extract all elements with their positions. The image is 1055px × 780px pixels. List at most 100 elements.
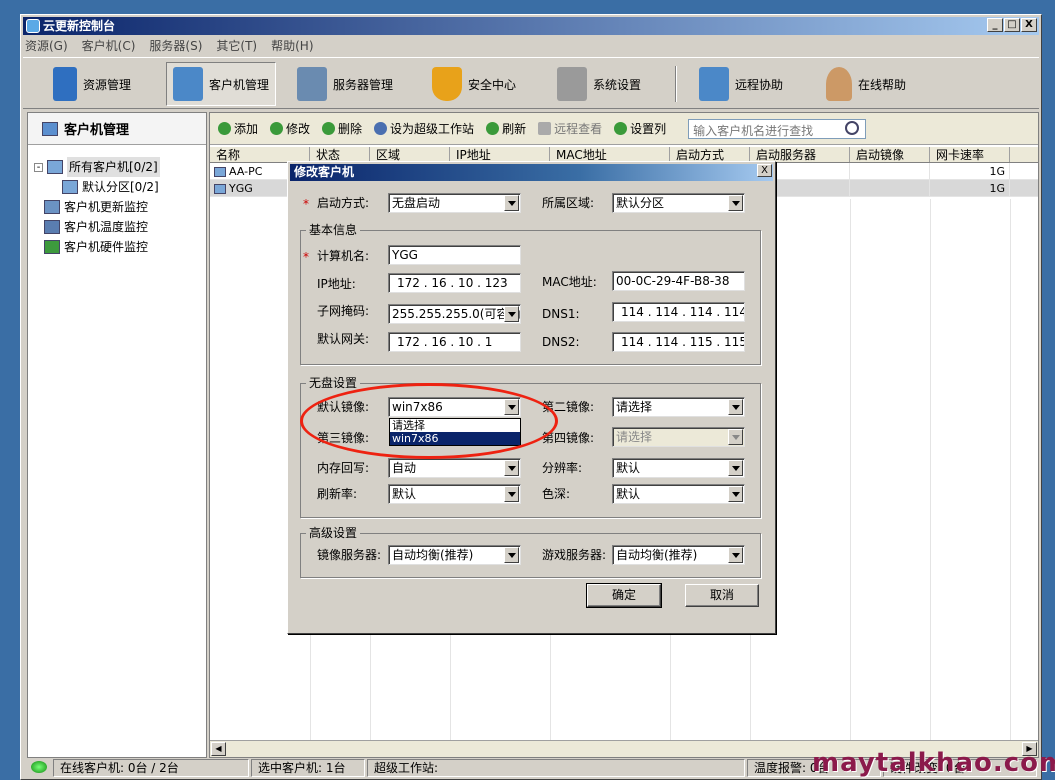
col-boot[interactable]: 启动方式 bbox=[670, 147, 750, 162]
cancel-button[interactable]: 取消 bbox=[685, 584, 759, 607]
ip-field[interactable]: 172 . 16 . 10 . 123 bbox=[388, 273, 521, 293]
main-toolbar: 资源管理 客户机管理 服务器管理 安全中心 系统设置 远程协助 在线帮助 bbox=[23, 57, 1039, 109]
fourth-image-select[interactable]: 请选择 bbox=[612, 427, 745, 447]
refresh-button[interactable]: 刷新 bbox=[486, 120, 526, 137]
col-boot-server[interactable]: 启动服务器 bbox=[750, 147, 850, 162]
game-server-label: 游戏服务器: bbox=[542, 548, 607, 562]
chevron-down-icon[interactable] bbox=[728, 460, 743, 476]
gateway-field[interactable]: 172 . 16 . 10 . 1 bbox=[388, 332, 521, 352]
close-button[interactable]: X bbox=[1021, 18, 1037, 32]
remote-view-button[interactable]: 远程查看 bbox=[538, 120, 602, 137]
set-columns-button[interactable]: 设置列 bbox=[614, 120, 666, 137]
col-area[interactable]: 区域 bbox=[370, 147, 450, 162]
dialog-close-button[interactable]: X bbox=[757, 164, 772, 177]
maximize-button[interactable]: □ bbox=[1004, 18, 1020, 32]
col-mac[interactable]: MAC地址 bbox=[550, 147, 670, 162]
delete-button[interactable]: 删除 bbox=[322, 120, 362, 137]
window-title: 云更新控制台 bbox=[43, 19, 116, 33]
tree-item-all-clients[interactable]: - 所有客户机[0/2] bbox=[34, 157, 160, 177]
image-server-select[interactable]: 自动均衡(推荐) bbox=[388, 545, 521, 565]
chevron-down-icon[interactable] bbox=[728, 429, 743, 445]
add-button[interactable]: 添加 bbox=[218, 120, 258, 137]
tree-item-default-partition[interactable]: 默认分区[0/2] bbox=[34, 177, 160, 197]
menu-server[interactable]: 服务器(S) bbox=[149, 37, 202, 55]
collapse-icon[interactable]: - bbox=[34, 162, 43, 172]
online-status-icon bbox=[31, 761, 47, 773]
chevron-down-icon[interactable] bbox=[504, 486, 519, 502]
menu-client[interactable]: 客户机(C) bbox=[82, 37, 136, 55]
dialog-title[interactable]: 修改客户机 bbox=[290, 164, 773, 181]
toolbar-security-button[interactable]: 安全中心 bbox=[426, 62, 522, 106]
default-image-label: 默认镜像: bbox=[317, 400, 370, 414]
update-monitor-icon bbox=[44, 200, 60, 214]
ok-button[interactable]: 确定 bbox=[586, 583, 662, 608]
toolbar-server-button[interactable]: 服务器管理 bbox=[291, 62, 399, 106]
chevron-down-icon[interactable] bbox=[504, 399, 519, 415]
computer-name-field[interactable]: YGG bbox=[388, 245, 521, 265]
diskless-label: 无盘设置 bbox=[306, 376, 361, 390]
tree-item-temp-monitor[interactable]: 客户机温度监控 bbox=[34, 217, 160, 237]
chevron-down-icon[interactable] bbox=[728, 195, 743, 211]
dropdown-option-selected[interactable]: win7x86 bbox=[390, 432, 520, 445]
menu-other[interactable]: 其它(T) bbox=[216, 37, 257, 55]
toolbar-client-button[interactable]: 客户机管理 bbox=[166, 62, 277, 106]
default-image-select[interactable]: win7x86 bbox=[388, 397, 521, 417]
edit-button[interactable]: 修改 bbox=[270, 120, 310, 137]
area-select[interactable]: 默认分区 bbox=[612, 193, 745, 213]
check-icon bbox=[270, 122, 284, 135]
subnet-mask-label: 子网掩码: bbox=[317, 304, 370, 318]
cloud-app-icon bbox=[26, 19, 40, 33]
menu-help[interactable]: 帮助(H) bbox=[271, 37, 313, 55]
memory-writeback-select[interactable]: 自动 bbox=[388, 458, 521, 478]
col-name[interactable]: 名称 bbox=[210, 147, 310, 162]
menu-resources[interactable]: 资源(G) bbox=[25, 37, 68, 55]
chevron-down-icon[interactable] bbox=[728, 399, 743, 415]
toolbar-resource-button[interactable]: 资源管理 bbox=[47, 62, 137, 106]
resolution-select[interactable]: 默认 bbox=[612, 458, 745, 478]
toolbar-remote-button[interactable]: 远程协助 bbox=[693, 62, 789, 106]
computer-group-icon bbox=[47, 160, 63, 174]
color-depth-select[interactable]: 默认 bbox=[612, 484, 745, 504]
second-image-select[interactable]: 请选择 bbox=[612, 397, 745, 417]
client-tree: - 所有客户机[0/2] 默认分区[0/2] 客户机更新监控 客户机温度监控 客户… bbox=[34, 157, 160, 257]
chevron-down-icon[interactable] bbox=[728, 547, 743, 563]
set-super-workstation-button[interactable]: 设为超级工作站 bbox=[374, 120, 474, 137]
tree-item-hardware-monitor[interactable]: 客户机硬件监控 bbox=[34, 237, 160, 257]
chevron-down-icon[interactable] bbox=[504, 460, 519, 476]
tree-item-update-monitor[interactable]: 客户机更新监控 bbox=[34, 197, 160, 217]
search-input[interactable]: 输入客户机名进行查找 bbox=[688, 118, 867, 139]
toolbar-online-help-button[interactable]: 在线帮助 bbox=[820, 62, 912, 106]
chevron-down-icon[interactable] bbox=[504, 195, 519, 211]
subnet-mask-select[interactable]: 255.255.255.0(可容纳 bbox=[388, 304, 521, 324]
dropdown-option[interactable]: 请选择 bbox=[390, 419, 520, 432]
required-mark: * bbox=[303, 250, 309, 264]
ip-label: IP地址: bbox=[317, 277, 356, 291]
search-icon[interactable] bbox=[845, 120, 860, 135]
dns1-field[interactable]: 114 . 114 . 114 . 114 bbox=[612, 302, 745, 322]
refresh-rate-select[interactable]: 默认 bbox=[388, 484, 521, 504]
col-boot-image[interactable]: 启动镜像 bbox=[850, 147, 930, 162]
default-image-dropdown[interactable]: 请选择 win7x86 bbox=[389, 418, 521, 446]
boot-mode-select[interactable]: 无盘启动 bbox=[388, 193, 521, 213]
chevron-down-icon[interactable] bbox=[504, 547, 519, 563]
left-panel: 客户机管理 - 所有客户机[0/2] 默认分区[0/2] 客户机更新监控 客户机温… bbox=[27, 112, 207, 758]
boot-mode-label: 启动方式: bbox=[317, 196, 370, 210]
dns2-field[interactable]: 114 . 114 . 115 . 115 bbox=[612, 332, 745, 352]
scroll-left-icon[interactable]: ◀ bbox=[211, 742, 226, 756]
row-speed: 1G bbox=[930, 180, 1010, 196]
chevron-down-icon[interactable] bbox=[504, 306, 519, 322]
chevron-down-icon[interactable] bbox=[728, 486, 743, 502]
hardware-icon bbox=[44, 240, 60, 254]
col-status[interactable]: 状态 bbox=[310, 147, 370, 162]
minimize-button[interactable]: _ bbox=[987, 18, 1003, 32]
col-ip[interactable]: IP地址 bbox=[450, 147, 550, 162]
title-bar[interactable]: 云更新控制台 bbox=[23, 17, 1039, 35]
mac-field[interactable]: 00-0C-29-4F-B8-38 bbox=[612, 271, 745, 291]
toolbar-settings-button[interactable]: 系统设置 bbox=[551, 62, 647, 106]
col-nic-speed[interactable]: 网卡速率 bbox=[930, 147, 1010, 162]
server-icon bbox=[297, 67, 327, 101]
book-icon bbox=[53, 67, 77, 101]
dns2-label: DNS2: bbox=[542, 335, 580, 349]
game-server-select[interactable]: 自动均衡(推荐) bbox=[612, 545, 745, 565]
row-speed: 1G bbox=[930, 163, 1010, 179]
